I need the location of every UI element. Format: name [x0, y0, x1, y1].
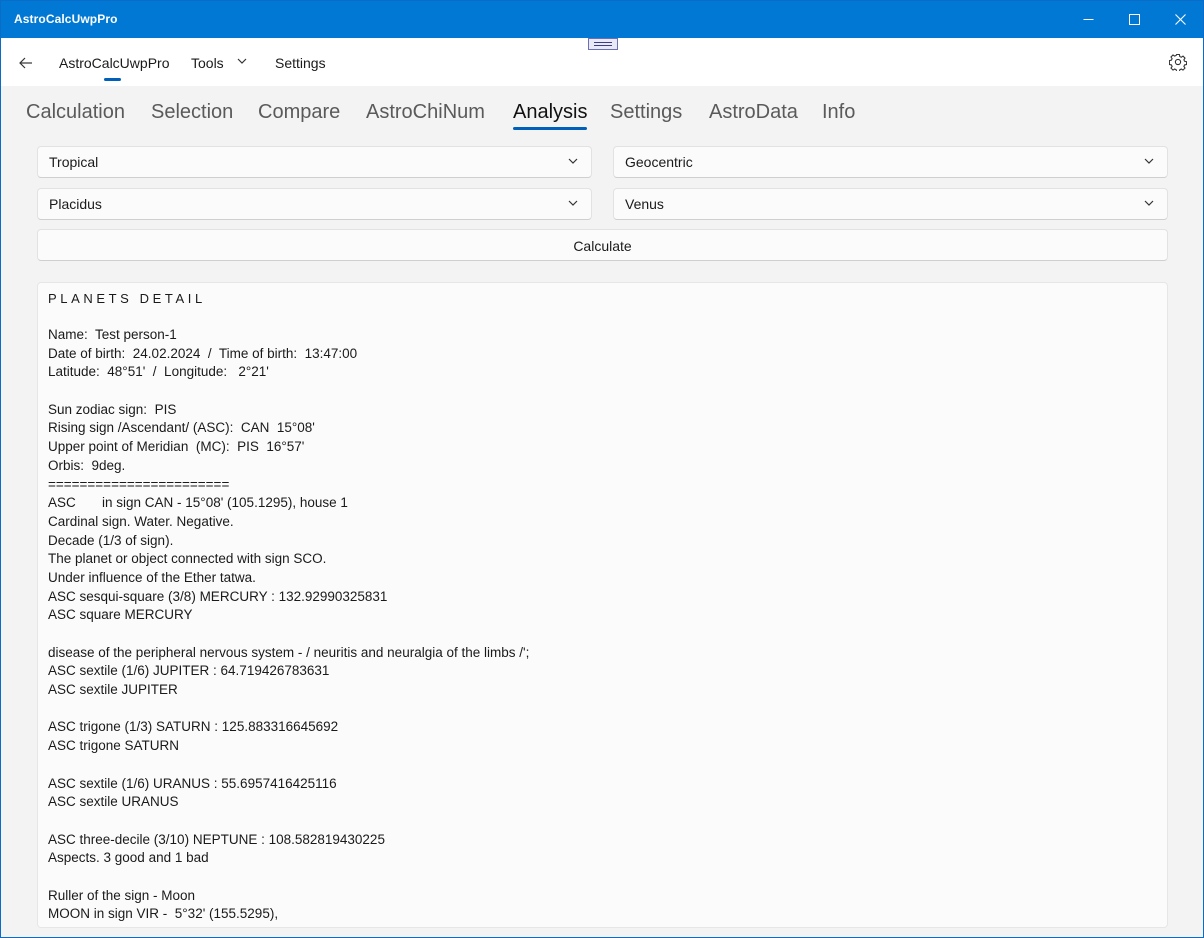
tab-settings[interactable]: Settings	[610, 101, 682, 124]
gear-icon[interactable]	[1169, 53, 1187, 71]
chevron-down-icon[interactable]	[236, 57, 248, 65]
tab-info[interactable]: Info	[822, 101, 855, 124]
output-line: MOON in sign VIR - 5°32' (155.5295),	[48, 906, 279, 922]
output-line: Orbis: 9deg.	[48, 457, 126, 473]
maximize-icon	[1128, 14, 1140, 25]
output-line: =======================	[48, 476, 230, 492]
tab-bar: Calculation Selection Compare AstroChiNu…	[1, 86, 1203, 136]
tab-calculation[interactable]: Calculation	[26, 101, 125, 124]
zodiac-select[interactable]: Tropical	[37, 146, 592, 178]
tab-astrodata[interactable]: AstroData	[709, 101, 798, 124]
tab-analysis[interactable]: Analysis	[513, 101, 587, 124]
output-line: ASC sesqui-square (3/8) MERCURY : 132.92…	[48, 588, 388, 604]
nav-item-tools[interactable]: Tools	[191, 55, 224, 71]
maximize-button[interactable]	[1111, 1, 1157, 38]
coordinates-select-value: Geocentric	[625, 154, 693, 170]
close-icon	[1174, 14, 1186, 25]
output-line: Name: Test person-1	[48, 327, 177, 342]
output-line: Under influence of the Ether tatwa.	[48, 569, 256, 585]
output-line: ASC trigone SATURN	[48, 738, 180, 754]
output-line: Aspects. 3 good and 1 bad	[48, 850, 209, 866]
nav-item-home[interactable]: AstroCalcUwpPro	[59, 55, 169, 71]
chevron-down-icon	[568, 158, 578, 164]
tab-selection[interactable]: Selection	[151, 101, 233, 124]
minimize-icon	[1083, 19, 1093, 20]
output-line: ASC sextile JUPITER	[48, 682, 178, 698]
calculate-button[interactable]: Calculate	[37, 229, 1168, 261]
analysis-output[interactable]: PLANETS DETAIL Name: Test person-1 Date o…	[37, 282, 1168, 928]
planet-select[interactable]: Venus	[613, 188, 1168, 220]
tab-astrochinum[interactable]: AstroChiNum	[366, 101, 485, 124]
minimize-button[interactable]	[1065, 1, 1111, 38]
tab-compare[interactable]: Compare	[258, 101, 340, 124]
output-line: Cardinal sign. Water. Negative.	[48, 513, 234, 529]
output-line: ASC in sign CAN - 15°08' (105.1295), hou…	[48, 495, 348, 511]
house-system-select-value: Placidus	[49, 196, 102, 212]
drag-handle[interactable]	[588, 38, 618, 50]
app-window: AstroCalcUwpPro AstroCalcUwpPro Tools Se…	[0, 0, 1204, 938]
back-arrow-icon	[19, 57, 32, 69]
output-line: Sun zodiac sign: PIS	[48, 401, 177, 417]
output-text: Name: Test person-1 Date of birth: 24.02.…	[48, 326, 1148, 924]
output-line: Upper point of Meridian (MC): PIS 16°57'	[48, 439, 305, 455]
output-line: Ruller of the sign - Moon	[48, 887, 196, 903]
output-line: ASC trigone (1/3) SATURN : 125.883316645…	[48, 719, 339, 735]
output-line: ASC sextile (1/6) URANUS : 55.6957416425…	[48, 775, 337, 791]
close-button[interactable]	[1157, 1, 1203, 38]
output-line: Decade (1/3 of sign).	[48, 532, 174, 548]
nav-item-settings[interactable]: Settings	[275, 55, 326, 71]
output-heading: PLANETS DETAIL	[48, 291, 206, 306]
planet-select-value: Venus	[625, 196, 664, 212]
chevron-down-icon	[568, 200, 578, 206]
output-line: Rising sign /Ascendant/ (ASC): CAN 15°08…	[48, 420, 315, 436]
chevron-down-icon	[1144, 200, 1154, 206]
output-line: Latitude: 48°51' / Longitude: 2°21'	[48, 364, 269, 380]
window-title: AstroCalcUwpPro	[14, 12, 118, 26]
output-line: ASC square MERCURY	[48, 607, 193, 623]
house-system-select[interactable]: Placidus	[37, 188, 592, 220]
coordinates-select[interactable]: Geocentric	[613, 146, 1168, 178]
active-tab-indicator	[513, 127, 587, 130]
zodiac-select-value: Tropical	[49, 154, 99, 170]
chevron-down-icon	[1144, 158, 1154, 164]
calculate-button-label: Calculate	[573, 238, 632, 254]
output-line: ASC sextile URANUS	[48, 794, 179, 810]
title-bar[interactable]: AstroCalcUwpPro	[1, 1, 1203, 38]
output-line: Date of birth: 24.02.2024 / Time of birt…	[48, 345, 358, 361]
output-line: ASC three-decile (3/10) NEPTUNE : 108.58…	[48, 831, 385, 847]
output-line: disease of the peripheral nervous system…	[48, 644, 530, 660]
back-button[interactable]	[15, 52, 37, 74]
output-line: The planet or object connected with sign…	[48, 551, 327, 567]
output-line: ASC sextile (1/6) JUPITER : 64.719426783…	[48, 663, 330, 679]
nav-selection-indicator	[104, 78, 121, 81]
